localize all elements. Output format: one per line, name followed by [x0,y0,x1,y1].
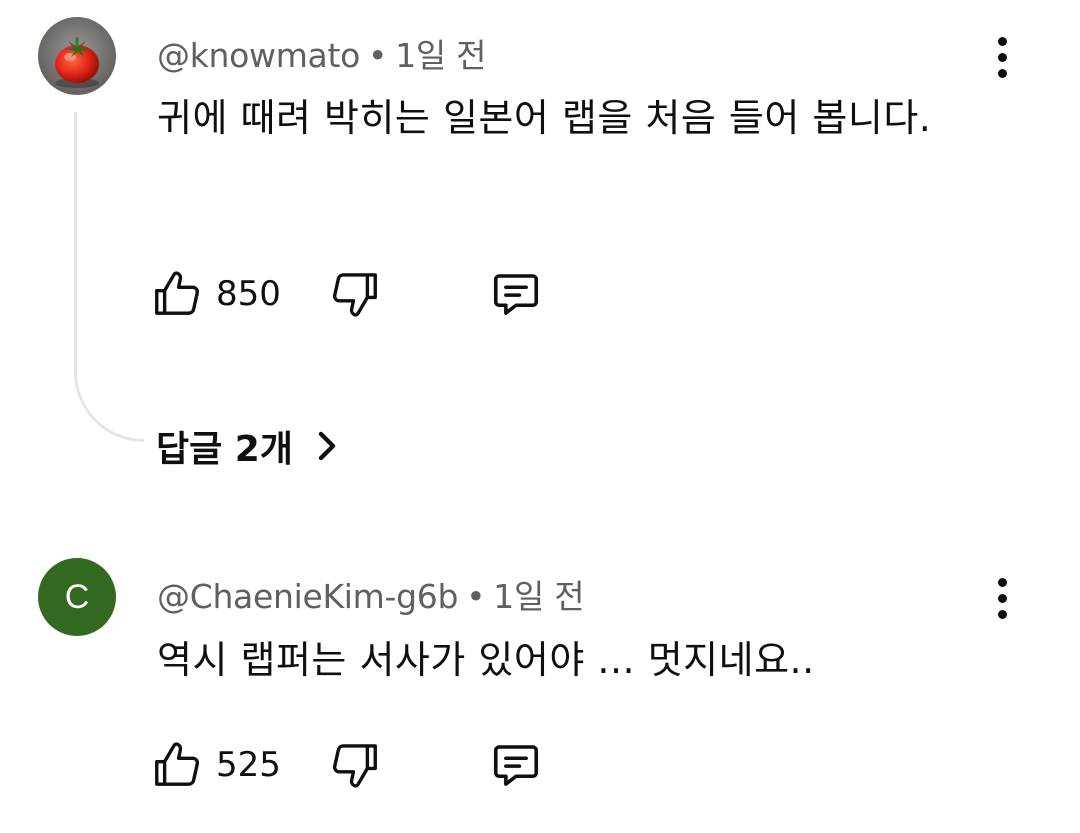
chevron-right-icon [318,431,336,461]
more-vert-dot [997,68,1007,78]
like-button[interactable]: 850 [150,267,302,321]
comment-time: 1일 전 [395,36,487,75]
avatar[interactable]: C [38,558,116,636]
dislike-button[interactable] [328,267,382,321]
reply-icon [493,274,539,315]
comment-text: 귀에 때려 박히는 일본어 랩을 처음 들어 봅니다. [157,96,932,140]
reply-button[interactable] [488,738,544,792]
like-count: 850 [216,274,281,314]
comment-text: 역시 랩퍼는 서사가 있어야 ... 멋지네요.. [157,638,815,682]
more-options-button[interactable] [982,570,1022,626]
tomato-avatar-icon [38,17,116,95]
thumb-down-icon [332,744,377,788]
dislike-button[interactable] [328,738,382,792]
avatar[interactable] [38,17,116,95]
like-button[interactable]: 525 [150,738,302,792]
comment-actions: 525 [150,737,544,793]
more-options-button[interactable] [982,29,1022,85]
more-vert-dot [997,593,1007,603]
meta-separator: • [466,577,486,616]
thumb-down-icon [332,273,377,317]
comment-meta: @knowmato • 1일 전 [157,29,487,77]
author-name[interactable]: @knowmato [157,36,360,75]
meta-separator: • [368,36,388,75]
view-replies-button[interactable]: 답글 2개 [156,420,339,472]
reply-button[interactable] [488,267,544,321]
more-vert-dot [997,609,1007,619]
more-vert-dot [997,52,1007,62]
comment-thread: @knowmato • 1일 전 귀에 때려 박히는 일본어 랩을 처음 들어 봅니… [0,0,1080,520]
comment-meta: @ChaenieKim-g6b • 1일 전 [157,570,585,618]
comment-time: 1일 전 [493,577,585,616]
thread-connector-line [74,112,144,442]
replies-label: 답글 2개 [156,429,293,470]
comment-thread: C @ChaenieKim-g6b • 1일 전 역시 랩퍼는 서사가 있어야 ..… [0,540,1080,833]
thumb-up-icon [155,742,200,786]
comment-actions: 850 [150,266,544,322]
avatar-letter: C [64,577,90,616]
reply-icon [493,745,539,786]
thumb-up-icon [155,271,200,315]
more-vert-icon [997,577,1007,587]
like-count: 525 [216,745,281,785]
more-vert-icon [997,36,1007,46]
author-name[interactable]: @ChaenieKim-g6b [157,577,458,616]
